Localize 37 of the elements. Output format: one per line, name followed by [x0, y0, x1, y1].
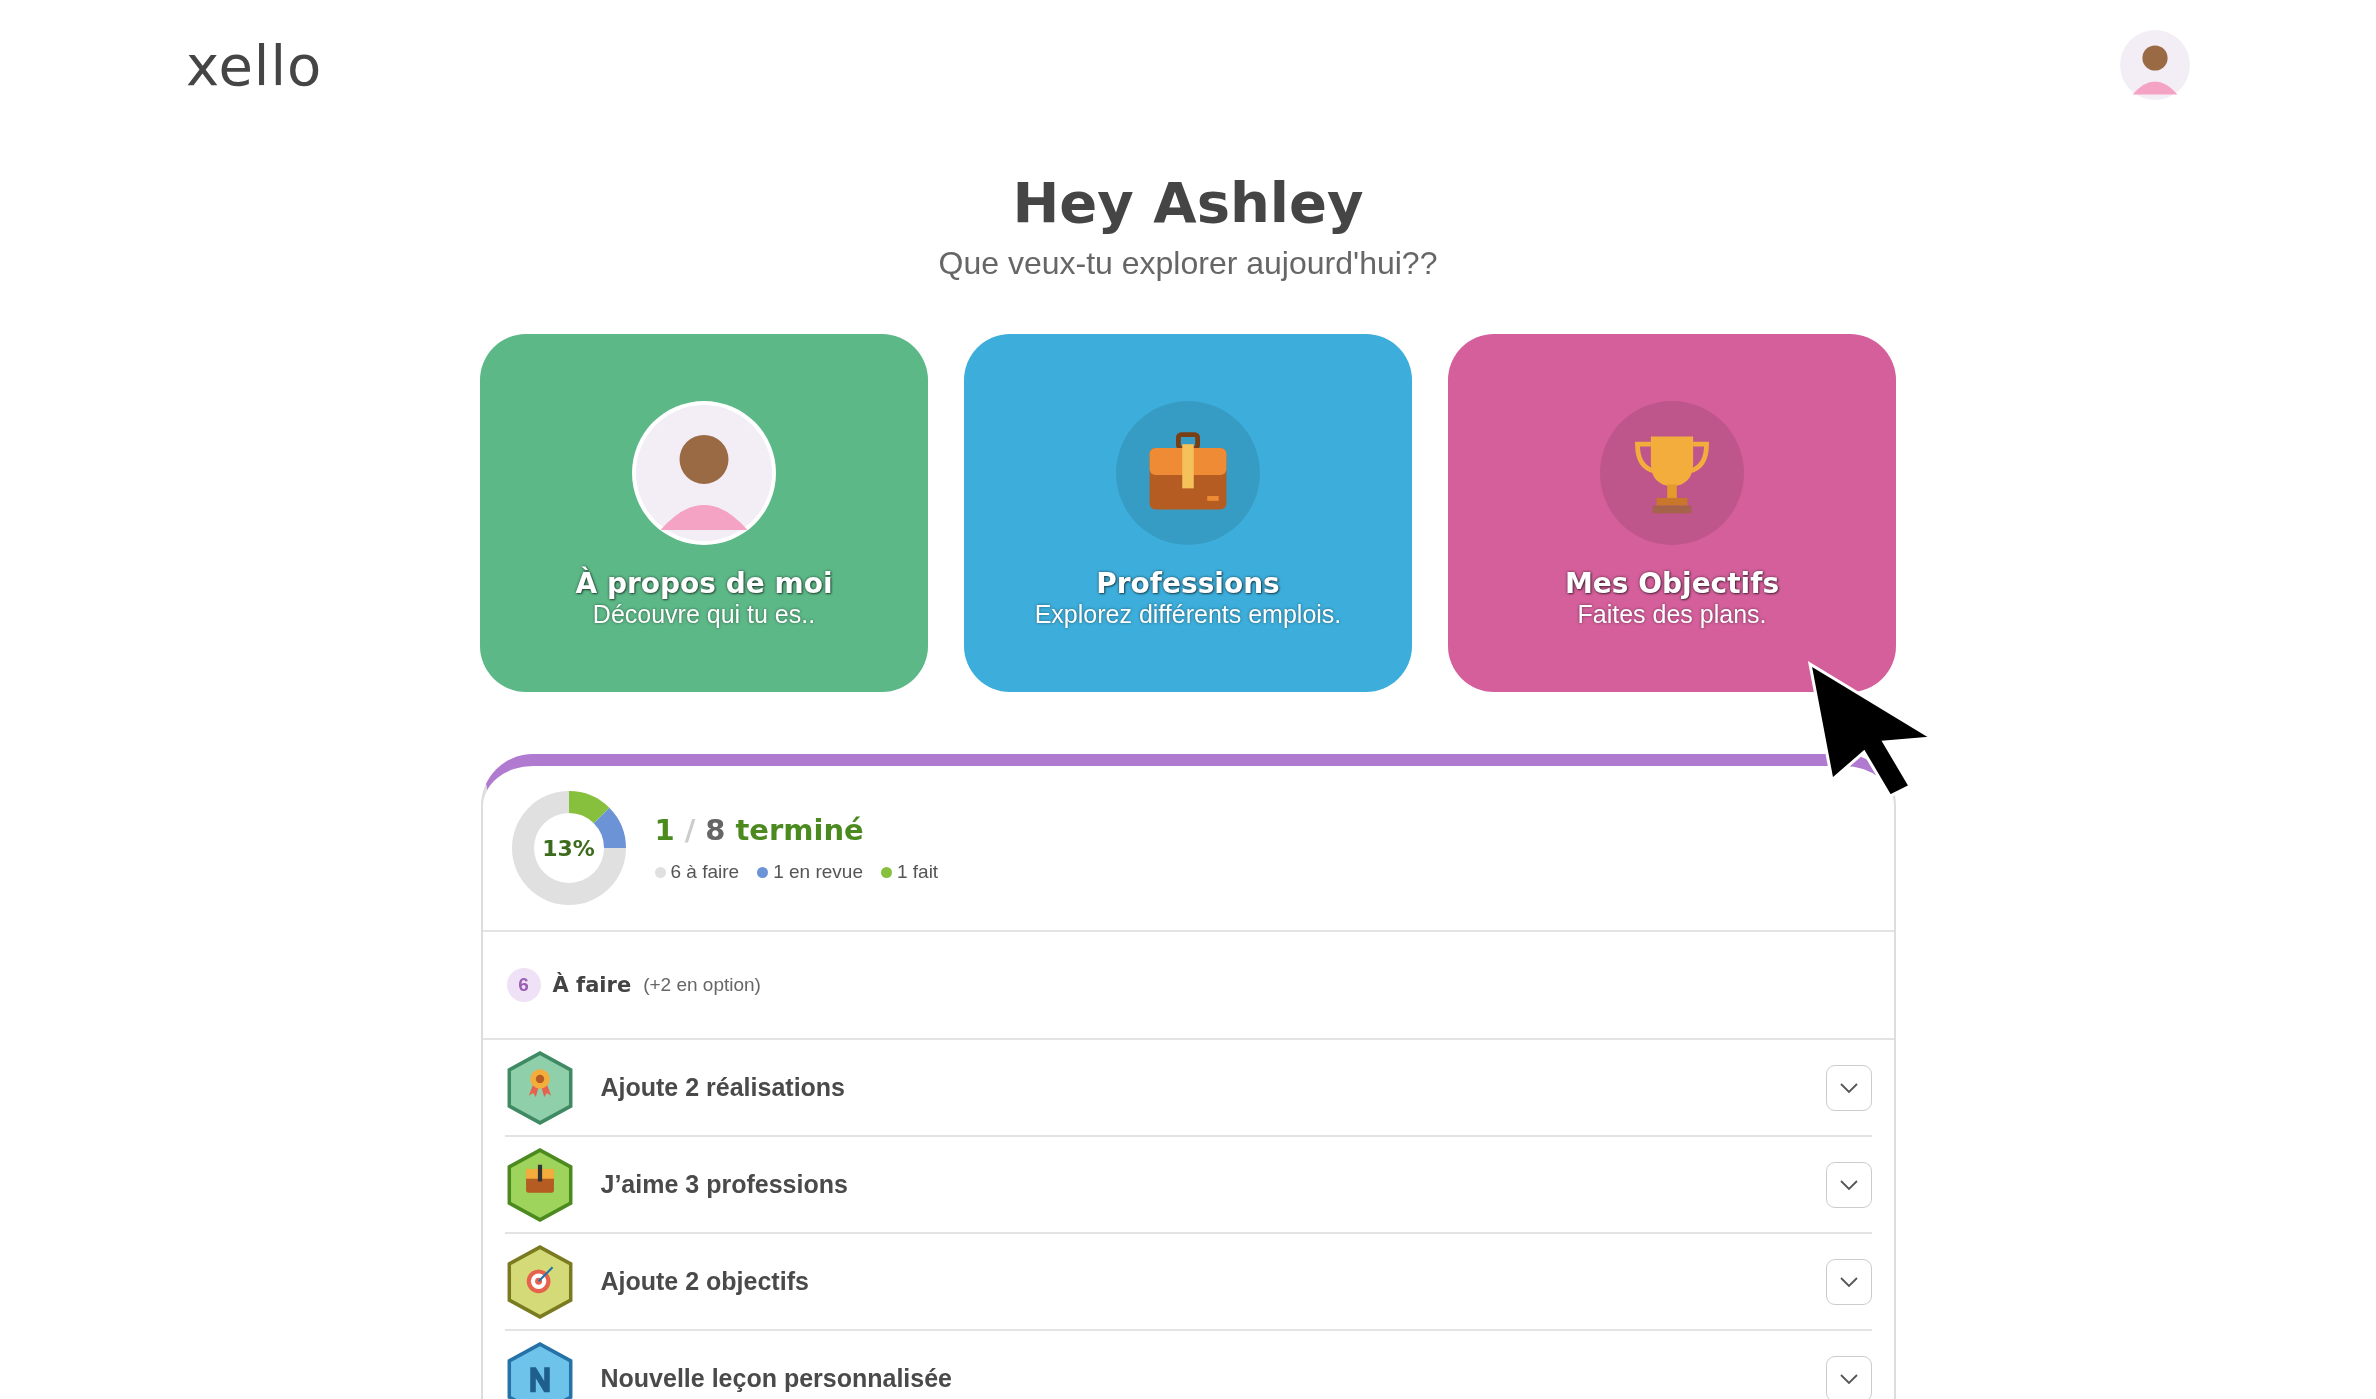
- greeting-title: Hey Ashley: [1012, 170, 1364, 235]
- count-badge: 6: [506, 968, 541, 1002]
- total-count: 8: [705, 813, 726, 847]
- expand-button[interactable]: [1825, 1355, 1872, 1399]
- done-count: 1: [654, 813, 675, 847]
- expand-button[interactable]: [1825, 1064, 1872, 1111]
- task-label: Ajoute 2 objectifs: [600, 1267, 810, 1296]
- category-card[interactable]: Professions Explorez différents emplois.: [964, 334, 1412, 692]
- task-label: Nouvelle leçon personnalisée: [600, 1364, 953, 1393]
- legend-label: 1 en revue: [773, 861, 863, 883]
- task-label: J’aime 3 professions: [600, 1170, 849, 1199]
- card-title: À propos de moi: [575, 567, 833, 600]
- card-subtitle: Faites des plans.: [1577, 600, 1767, 629]
- card-title: Mes Objectifs: [1564, 567, 1780, 600]
- avatar-icon[interactable]: [2120, 30, 2190, 100]
- card-subtitle: Découvre qui tu es..: [592, 600, 816, 629]
- chevron-icon: [1838, 1178, 1859, 1191]
- section-title: À faire: [552, 973, 632, 997]
- category-card[interactable]: À propos de moi Découvre qui tu es..: [480, 334, 928, 692]
- expand-button[interactable]: [1825, 1161, 1872, 1208]
- card-title: Professions: [1096, 567, 1280, 600]
- percent-text: 13%: [542, 835, 595, 861]
- greeting-subtitle: Que veux-tu explorer aujourd'hui??: [938, 245, 1438, 282]
- category-card[interactable]: Mes Objectifs Faites des plans.: [1448, 334, 1896, 692]
- legend-label: 1 fait: [896, 861, 939, 883]
- chevron-icon: [1838, 1372, 1859, 1385]
- chevron-icon: [1838, 1275, 1859, 1288]
- chevron-icon: [1838, 1081, 1859, 1094]
- done-label: terminé: [735, 813, 864, 847]
- card-subtitle: Explorez différents emplois.: [1034, 600, 1342, 629]
- expand-button[interactable]: [1825, 1258, 1872, 1305]
- legend-label: 6 à faire: [670, 861, 740, 883]
- avatar-icon: [636, 405, 772, 541]
- optional-note: (+2 en option): [643, 974, 761, 996]
- task-label: Ajoute 2 réalisations: [600, 1073, 847, 1102]
- separator-text: /: [684, 813, 696, 847]
- logo[interactable]: xello: [186, 32, 323, 98]
